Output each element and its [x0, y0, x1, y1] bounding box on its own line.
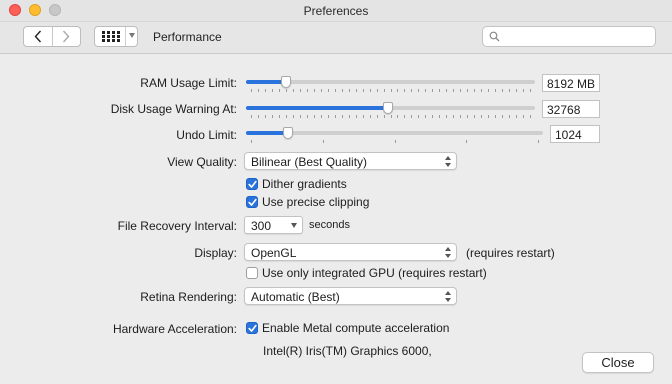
display-popup[interactable]: OpenGL [244, 243, 457, 261]
forward-button[interactable] [51, 27, 81, 46]
dither-gradients-checkbox[interactable] [246, 178, 258, 190]
hardware-acceleration-label: Hardware Acceleration: [112, 322, 237, 336]
disk-usage-label: Disk Usage Warning At: [110, 102, 237, 116]
pane-title: Performance [153, 30, 222, 44]
slider-knob[interactable] [283, 127, 293, 139]
ram-usage-label: RAM Usage Limit: [140, 76, 237, 90]
disk-usage-field[interactable]: 32768 [542, 100, 600, 118]
file-recovery-value: 300 [251, 219, 272, 233]
undo-limit-field[interactable]: 1024 [550, 125, 600, 143]
ram-usage-field[interactable]: 8192 MB [542, 74, 600, 92]
chevron-down-icon [291, 223, 297, 228]
file-recovery-popup[interactable]: 300 [244, 216, 303, 234]
retina-rendering-value: Automatic (Best) [251, 290, 340, 304]
precise-clipping-checkbox[interactable] [246, 196, 258, 208]
integrated-gpu-label: Use only integrated GPU (requires restar… [262, 266, 487, 280]
checkmark-icon [248, 324, 257, 332]
display-label: Display: [194, 246, 237, 260]
file-recovery-unit: seconds [309, 219, 350, 231]
precise-clipping-label: Use precise clipping [262, 195, 370, 209]
slider-knob[interactable] [281, 76, 291, 88]
window-title: Preferences [303, 4, 369, 18]
metal-compute-checkbox[interactable] [246, 322, 258, 334]
chevron-right-icon [63, 30, 70, 43]
retina-rendering-popup[interactable]: Automatic (Best) [244, 287, 457, 305]
nav-button-group [23, 26, 81, 47]
search-icon [489, 31, 500, 42]
title-bar: Preferences [0, 0, 672, 22]
grid-icon [102, 31, 120, 42]
updown-arrows-icon [445, 247, 451, 258]
checkmark-icon [248, 198, 257, 206]
close-button[interactable]: Close [582, 352, 654, 373]
metal-compute-label: Enable Metal compute acceleration [262, 321, 450, 335]
display-note: (requires restart) [466, 246, 555, 260]
updown-arrows-icon [445, 156, 451, 167]
view-quality-label: View Quality: [167, 155, 237, 169]
search-field[interactable] [482, 26, 656, 47]
integrated-gpu-checkbox[interactable] [246, 267, 258, 279]
file-recovery-label: File Recovery Interval: [117, 219, 237, 233]
undo-limit-label: Undo Limit: [176, 128, 237, 142]
chevron-left-icon [34, 30, 41, 43]
dither-gradients-label: Dither gradients [262, 177, 347, 191]
view-quality-popup[interactable]: Bilinear (Best Quality) [244, 152, 457, 170]
updown-arrows-icon [445, 291, 451, 302]
show-all-button[interactable] [94, 26, 138, 47]
retina-rendering-label: Retina Rendering: [140, 290, 237, 304]
gpu-name: Intel(R) Iris(TM) Graphics 6000, [263, 344, 432, 358]
toolbar: Performance [0, 22, 672, 54]
display-value: OpenGL [251, 246, 297, 260]
checkmark-icon [248, 180, 257, 188]
slider-knob[interactable] [383, 102, 393, 114]
chevron-down-icon [129, 33, 135, 38]
back-button[interactable] [24, 27, 52, 46]
view-quality-value: Bilinear (Best Quality) [251, 155, 368, 169]
